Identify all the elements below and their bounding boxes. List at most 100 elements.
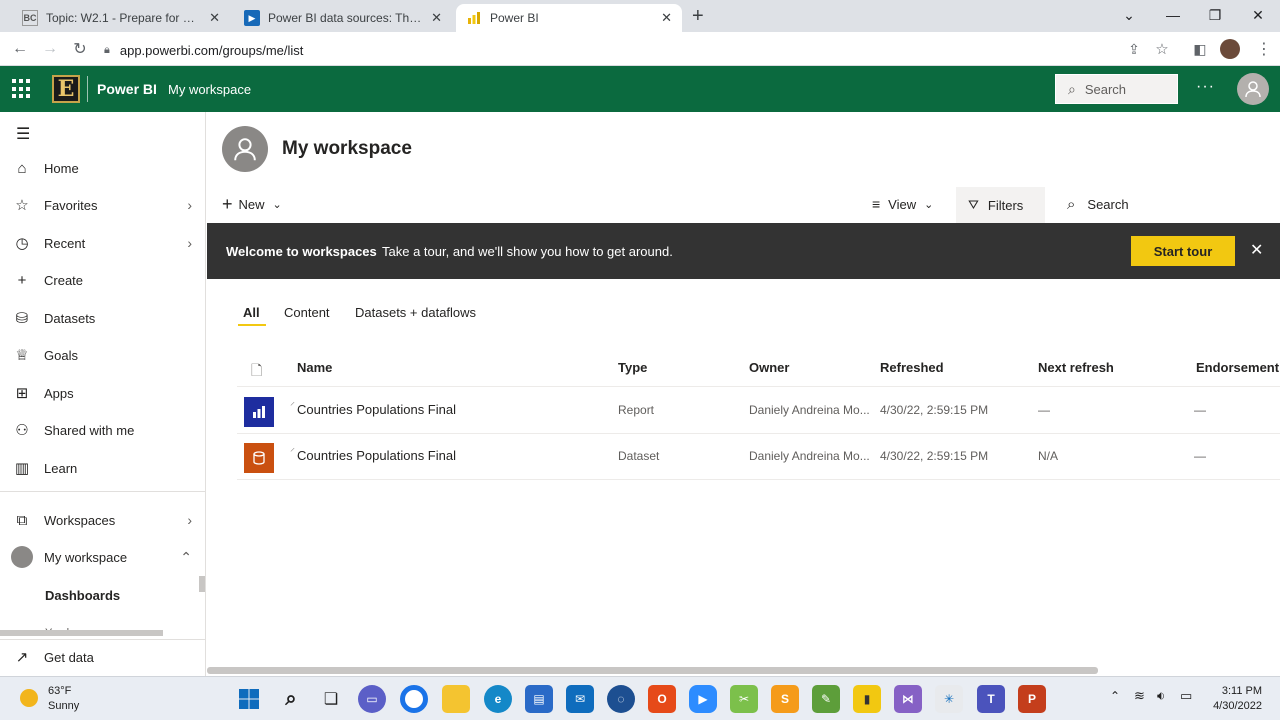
weather-temp[interactable]: 63°F bbox=[48, 685, 71, 697]
nav-label: Goals bbox=[44, 347, 78, 363]
share-icon[interactable]: ⇪ bbox=[1122, 38, 1146, 60]
header-search-box[interactable]: ⌕ Search bbox=[1055, 74, 1178, 104]
edge-icon[interactable]: e bbox=[484, 685, 512, 713]
start-tour-button[interactable]: Start tour bbox=[1131, 236, 1235, 266]
nav-create[interactable]: + Create bbox=[0, 262, 206, 298]
sidebar-v-scrollbar[interactable] bbox=[199, 576, 205, 592]
url-field[interactable]: 🔒︎ app.powerbi.com/groups/me/list bbox=[104, 37, 1184, 63]
search-icon[interactable]: ⌕ bbox=[277, 685, 305, 713]
nav-get-data[interactable]: ↗ Get data bbox=[0, 639, 206, 675]
sidebar-h-scrollbar[interactable] bbox=[0, 630, 163, 636]
account-avatar[interactable] bbox=[1237, 73, 1269, 105]
browser-menu-icon[interactable]: ⋮ bbox=[1252, 38, 1276, 60]
column-owner[interactable]: Owner bbox=[749, 360, 789, 375]
powerpoint-icon[interactable]: P bbox=[1018, 685, 1046, 713]
browser-tab-powerbi[interactable]: Power BI ✕ bbox=[456, 4, 682, 32]
maximize-icon[interactable]: ❐ bbox=[1193, 0, 1237, 30]
browser-tab-data-sources[interactable]: ▶ Power BI data sources: The basics ✕ bbox=[234, 4, 452, 32]
minimize-icon[interactable]: — bbox=[1151, 0, 1195, 30]
close-window-icon[interactable]: ✕ bbox=[1236, 0, 1280, 30]
nav-learn[interactable]: ▥ Learn bbox=[0, 450, 206, 486]
column-refreshed[interactable]: Refreshed bbox=[880, 360, 944, 375]
org-logo: E bbox=[52, 75, 80, 103]
item-name-link[interactable]: Countries Populations Final bbox=[297, 402, 456, 417]
nav-favorites[interactable]: ☆ Favorites › bbox=[0, 187, 206, 223]
mail-icon[interactable]: ✉ bbox=[566, 685, 594, 713]
sublime-icon[interactable]: S bbox=[771, 685, 799, 713]
tab-all[interactable]: All bbox=[243, 305, 260, 320]
close-icon[interactable]: ✕ bbox=[1250, 240, 1263, 260]
tab-search-chevron-icon[interactable]: ⌄ bbox=[1107, 0, 1151, 30]
column-name[interactable]: Name bbox=[297, 360, 332, 375]
chevron-right-icon[interactable]: › bbox=[187, 197, 192, 213]
nav-label: Workspaces bbox=[44, 512, 116, 528]
content-search[interactable]: ⌕ Search bbox=[1067, 196, 1129, 213]
wifi-icon[interactable]: ≋ bbox=[1134, 688, 1145, 704]
file-explorer-icon[interactable] bbox=[442, 685, 470, 713]
view-lines-icon: ≡ bbox=[872, 196, 881, 212]
table-row[interactable]: ⸍ Countries Populations Final Report Dan… bbox=[237, 388, 1280, 434]
hamburger-icon[interactable]: ☰ bbox=[16, 124, 30, 144]
nav-shared[interactable]: ⚇ Shared with me bbox=[0, 412, 206, 448]
task-view-icon[interactable]: ❏ bbox=[317, 685, 345, 713]
office-icon[interactable]: O bbox=[648, 685, 676, 713]
battery-icon[interactable]: ▭ bbox=[1180, 688, 1192, 704]
windows-start-icon[interactable] bbox=[235, 685, 263, 713]
new-item-sparkle-icon: ⸍ bbox=[290, 401, 295, 412]
chevron-up-icon[interactable]: ⌃ bbox=[180, 549, 192, 566]
table-row[interactable]: ⸍ Countries Populations Final Dataset Da… bbox=[237, 434, 1280, 480]
tab-datasets-dataflows[interactable]: Datasets + dataflows bbox=[355, 305, 476, 320]
more-options-icon[interactable]: ··· bbox=[1196, 78, 1215, 96]
item-type: Report bbox=[618, 403, 655, 417]
close-tab-icon[interactable]: ✕ bbox=[209, 10, 220, 26]
snip-icon[interactable]: ✂ bbox=[730, 685, 758, 713]
header-workspace-label[interactable]: My workspace bbox=[168, 82, 251, 97]
main-h-scrollbar[interactable] bbox=[207, 667, 1098, 674]
powerbi-taskbar-icon[interactable]: ▮ bbox=[853, 685, 881, 713]
browser-tab-topic[interactable]: BC Topic: W2.1 - Prepare for Microsoft ✕ bbox=[12, 4, 230, 32]
nav-workspaces[interactable]: ⧉ Workspaces › bbox=[0, 502, 206, 538]
clock-time[interactable]: 3:11 PM bbox=[1218, 685, 1262, 697]
side-panel-icon[interactable]: ◧ bbox=[1188, 38, 1212, 60]
profile-avatar[interactable] bbox=[1220, 39, 1240, 59]
column-type[interactable]: Type bbox=[618, 360, 647, 375]
new-button[interactable]: + New ⌄ bbox=[222, 194, 282, 215]
notepad-icon[interactable]: ✎ bbox=[812, 685, 840, 713]
chevron-right-icon[interactable]: › bbox=[187, 512, 192, 528]
chat-icon[interactable]: ▭ bbox=[358, 685, 386, 713]
reload-icon[interactable]: ↻ bbox=[68, 38, 92, 60]
item-name-link[interactable]: Countries Populations Final bbox=[297, 448, 456, 463]
forward-icon[interactable]: → bbox=[38, 38, 62, 60]
column-next-refresh[interactable]: Next refresh bbox=[1038, 360, 1114, 375]
filters-button[interactable]: ⛛ Filters bbox=[956, 187, 1045, 223]
nav-my-workspace[interactable]: My workspace ⌃ bbox=[0, 539, 206, 575]
clock-date[interactable]: 4/30/2022 bbox=[1206, 700, 1262, 712]
nav-recent[interactable]: ◷ Recent › bbox=[0, 225, 206, 261]
volume-icon[interactable]: 🔉︎ bbox=[1157, 688, 1165, 704]
dashboards-heading[interactable]: Dashboards bbox=[45, 588, 120, 603]
back-icon[interactable]: ← bbox=[8, 38, 32, 60]
tray-chevron-up-icon[interactable]: ⌃ bbox=[1110, 689, 1120, 703]
app-icon[interactable]: ◌ bbox=[607, 685, 635, 713]
app-launcher-icon[interactable] bbox=[12, 79, 32, 99]
store-icon[interactable]: ▤ bbox=[525, 685, 553, 713]
nav-datasets[interactable]: ⛁ Datasets bbox=[0, 300, 206, 336]
weather-desc[interactable]: Sunny bbox=[48, 700, 79, 712]
column-endorsement[interactable]: Endorsement bbox=[1196, 360, 1279, 375]
snowflake-icon[interactable]: ✳ bbox=[935, 685, 963, 713]
teams-icon[interactable]: T bbox=[977, 685, 1005, 713]
view-button[interactable]: ≡ View ⌄ bbox=[872, 196, 933, 212]
chrome-icon[interactable] bbox=[400, 685, 428, 713]
nav-apps[interactable]: ⊞ Apps bbox=[0, 375, 206, 411]
visual-studio-icon[interactable]: ⋈ bbox=[894, 685, 922, 713]
close-tab-icon[interactable]: ✕ bbox=[431, 10, 442, 26]
bookmark-star-icon[interactable]: ☆ bbox=[1150, 38, 1174, 60]
tab-content[interactable]: Content bbox=[284, 305, 330, 320]
nav-home[interactable]: ⌂ Home bbox=[0, 150, 206, 186]
app-name[interactable]: Power BI bbox=[97, 81, 157, 97]
new-tab-icon[interactable]: + bbox=[692, 5, 704, 28]
close-tab-icon[interactable]: ✕ bbox=[661, 10, 672, 26]
nav-goals[interactable]: ♕ Goals bbox=[0, 337, 206, 373]
chevron-right-icon[interactable]: › bbox=[187, 235, 192, 251]
zoom-icon[interactable]: ▶ bbox=[689, 685, 717, 713]
